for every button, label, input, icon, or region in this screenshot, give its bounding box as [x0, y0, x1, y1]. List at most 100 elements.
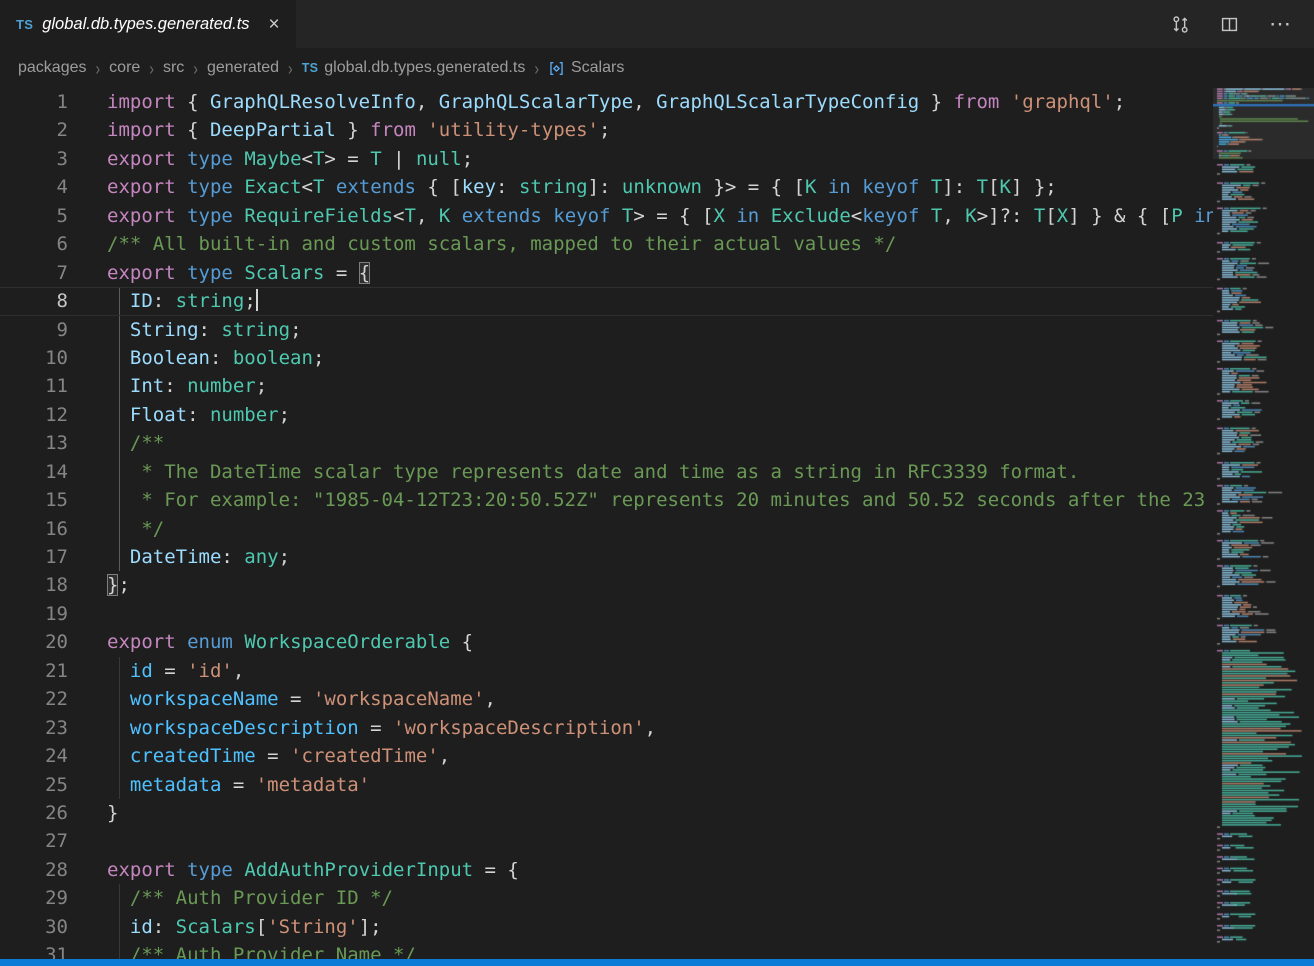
line-number[interactable]: 11	[0, 372, 68, 400]
code-line[interactable]: 19	[0, 600, 1213, 628]
code-line[interactable]: 11 Int: number;	[0, 372, 1213, 400]
tab-global-db-types-generated[interactable]: TS global.db.types.generated.ts ×	[0, 0, 296, 48]
line-number[interactable]: 28	[0, 856, 68, 884]
code-token: keyof	[862, 176, 919, 198]
code-text: createdTime = 'createdTime',	[107, 742, 450, 770]
line-number[interactable]: 20	[0, 628, 68, 656]
code-line[interactable]: 5export type RequireFields<T, K extends …	[0, 202, 1213, 230]
status-bar[interactable]	[0, 959, 1314, 966]
code-token: ];	[359, 916, 382, 938]
line-number[interactable]: 1	[0, 88, 68, 116]
code-line[interactable]: 17 DateTime: any;	[0, 543, 1213, 571]
code-token	[610, 205, 621, 227]
code-editor[interactable]: 1import { GraphQLResolveInfo, GraphQLSca…	[0, 88, 1213, 966]
line-number[interactable]: 16	[0, 515, 68, 543]
line-number[interactable]: 22	[0, 685, 68, 713]
code-token: export	[107, 205, 176, 227]
breadcrumb-item-global-db-types-generated-ts[interactable]: TSglobal.db.types.generated.ts	[302, 59, 526, 77]
code-line[interactable]: 29 /** Auth Provider ID */	[0, 884, 1213, 912]
code-token: :	[153, 916, 176, 938]
code-token: DateTime	[130, 546, 222, 568]
breadcrumb-item-core[interactable]: core	[109, 59, 140, 77]
code-line[interactable]: 28export type AddAuthProviderInput = {	[0, 856, 1213, 884]
code-token	[725, 205, 736, 227]
code-line[interactable]: 22 workspaceName = 'workspaceName',	[0, 685, 1213, 713]
code-token: ] };	[1011, 176, 1057, 198]
code-line[interactable]: 4export type Exact<T extends { [key: str…	[0, 173, 1213, 201]
line-number[interactable]: 8	[0, 287, 68, 315]
more-actions-icon[interactable]: ⋯	[1269, 13, 1292, 35]
line-number[interactable]: 7	[0, 259, 68, 287]
line-number[interactable]: 17	[0, 543, 68, 571]
breadcrumb-item-packages[interactable]: packages	[18, 59, 87, 77]
code-token	[999, 91, 1010, 113]
code-token: from	[954, 91, 1000, 113]
code-token: =	[324, 262, 358, 284]
code-line[interactable]: 16 */	[0, 515, 1213, 543]
line-number[interactable]: 26	[0, 799, 68, 827]
code-line[interactable]: 6/** All built-in and custom scalars, ma…	[0, 230, 1213, 258]
code-line[interactable]: 3export type Maybe<T> = T | null;	[0, 145, 1213, 173]
code-line[interactable]: 14 * The DateTime scalar type represents…	[0, 458, 1213, 486]
code-line[interactable]: 26}	[0, 799, 1213, 827]
line-number[interactable]: 9	[0, 316, 68, 344]
close-tab-icon[interactable]: ×	[269, 15, 280, 34]
code-token: in	[828, 176, 851, 198]
code-line[interactable]: 10 Boolean: boolean;	[0, 344, 1213, 372]
code-token: Float	[130, 404, 187, 426]
code-token: = {	[473, 859, 519, 881]
code-line[interactable]: 13 /**	[0, 429, 1213, 457]
code-line[interactable]: 2import { DeepPartial } from 'utility-ty…	[0, 116, 1213, 144]
code-text: DateTime: any;	[107, 543, 290, 571]
code-line[interactable]: 30 id: Scalars['String'];	[0, 913, 1213, 941]
code-line[interactable]: 27	[0, 827, 1213, 855]
code-line[interactable]: 15 * For example: "1985-04-12T23:20:50.5…	[0, 486, 1213, 514]
breadcrumb: packages›core›src›generated›TSglobal.db.…	[0, 48, 1314, 88]
split-editor-icon[interactable]	[1220, 15, 1239, 34]
line-number[interactable]: 25	[0, 771, 68, 799]
line-number[interactable]: 14	[0, 458, 68, 486]
line-number[interactable]: 21	[0, 657, 68, 685]
breadcrumb-item-generated[interactable]: generated	[207, 59, 279, 77]
code-line[interactable]: 12 Float: number;	[0, 401, 1213, 429]
code-line[interactable]: 1import { GraphQLResolveInfo, GraphQLSca…	[0, 88, 1213, 116]
line-number[interactable]: 15	[0, 486, 68, 514]
code-line[interactable]: 9 String: string;	[0, 316, 1213, 344]
code-token	[324, 176, 335, 198]
code-line[interactable]: 24 createdTime = 'createdTime',	[0, 742, 1213, 770]
code-token	[176, 859, 187, 881]
line-number[interactable]: 3	[0, 145, 68, 173]
code-line[interactable]: 25 metadata = 'metadata'	[0, 771, 1213, 799]
code-token: * For example: "1985-04-12T23:20:50.52Z"…	[107, 489, 1205, 511]
compare-changes-icon[interactable]	[1171, 15, 1190, 34]
line-number[interactable]: 13	[0, 429, 68, 457]
line-number[interactable]: 19	[0, 600, 68, 628]
line-number[interactable]: 6	[0, 230, 68, 258]
code-line[interactable]: 8 ID: string;	[0, 287, 1213, 315]
code-line[interactable]: 21 id = 'id',	[0, 657, 1213, 685]
code-line[interactable]: 18};	[0, 571, 1213, 599]
minimap[interactable]	[1213, 88, 1314, 959]
line-number[interactable]: 12	[0, 401, 68, 429]
line-number[interactable]: 10	[0, 344, 68, 372]
line-number[interactable]: 29	[0, 884, 68, 912]
code-token	[176, 176, 187, 198]
code-token: ;	[599, 119, 610, 141]
line-number[interactable]: 5	[0, 202, 68, 230]
breadcrumb-item-src[interactable]: src	[163, 59, 184, 77]
line-number[interactable]: 2	[0, 116, 68, 144]
line-number[interactable]: 24	[0, 742, 68, 770]
line-number[interactable]: 18	[0, 571, 68, 599]
line-number[interactable]: 30	[0, 913, 68, 941]
line-number[interactable]: 27	[0, 827, 68, 855]
breadcrumb-item-scalars[interactable]: Scalars	[548, 59, 624, 77]
code-token	[450, 205, 461, 227]
code-token: =	[153, 660, 187, 682]
code-line[interactable]: 7export type Scalars = {	[0, 259, 1213, 287]
code-line[interactable]: 23 workspaceDescription = 'workspaceDesc…	[0, 714, 1213, 742]
code-token: string	[221, 319, 290, 341]
line-number[interactable]: 23	[0, 714, 68, 742]
code-line[interactable]: 20export enum WorkspaceOrderable {	[0, 628, 1213, 656]
line-number[interactable]: 4	[0, 173, 68, 201]
code-token: in	[1194, 205, 1213, 227]
